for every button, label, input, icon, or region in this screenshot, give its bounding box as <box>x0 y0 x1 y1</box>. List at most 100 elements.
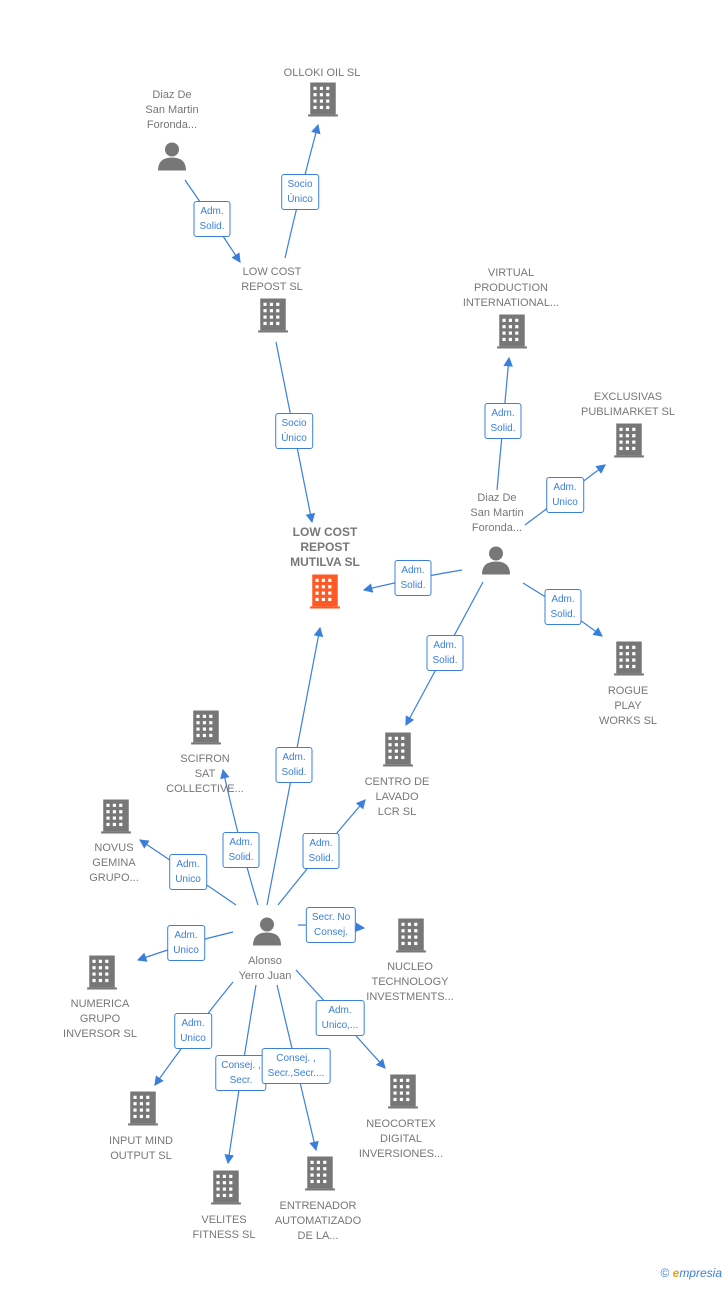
node-rogue-label[interactable]: ROGUE PLAY WORKS SL <box>599 684 657 729</box>
node-exclusivas-label[interactable]: EXCLUSIVAS PUBLIMARKET SL <box>581 390 675 420</box>
edge-label-line: Solid. <box>490 423 516 434</box>
edge-label[interactable]: Adm. Solid. <box>302 833 340 869</box>
building-icon[interactable] <box>497 314 527 354</box>
edge-label[interactable]: Adm. Unico <box>546 477 584 513</box>
building-icon[interactable] <box>101 799 131 839</box>
person-icon[interactable] <box>481 545 511 580</box>
edge-label-line: Único <box>287 194 313 205</box>
node-neocortex-label[interactable]: NEOCORTEX DIGITAL INVERSIONES... <box>359 1117 443 1162</box>
edge-label[interactable]: Consej. , Secr. <box>215 1055 267 1091</box>
building-icon[interactable] <box>258 298 288 338</box>
node-label-line: INTERNATIONAL... <box>462 297 560 309</box>
edge-label[interactable]: Adm. Solid. <box>275 747 313 783</box>
node-velites-label[interactable]: VELITES FITNESS SL <box>193 1213 256 1243</box>
node-olloki-label[interactable]: OLLOKI OIL SL <box>284 66 361 81</box>
edge-label[interactable]: Socio Único <box>281 174 319 210</box>
edge-label-line: Adm. <box>309 838 333 849</box>
building-icon[interactable] <box>310 574 340 614</box>
edge-label-line: Solid. <box>400 580 426 591</box>
building-icon[interactable] <box>614 641 644 681</box>
node-diaz1-label[interactable]: Diaz De San Martin Foronda... <box>145 88 198 133</box>
node-label-line: Foronda... <box>146 119 198 131</box>
node-label-line: San Martin <box>145 104 199 116</box>
node-centro-label[interactable]: CENTRO DE LAVADO LCR SL <box>365 775 430 820</box>
edge-label-line: Solid. <box>228 852 254 863</box>
node-label-line: EXCLUSIVAS <box>593 391 663 403</box>
node-label-line: INVERSOR SL <box>63 1028 137 1040</box>
node-label-line: San Martin <box>470 507 524 519</box>
edge-label-line: Solid. <box>281 767 307 778</box>
edge-label[interactable]: Socio Único <box>275 413 313 449</box>
node-main-label[interactable]: LOW COST REPOST MUTILVA SL <box>290 525 360 570</box>
edge-label-line: Adm. <box>200 206 224 217</box>
edge-label[interactable]: Adm. Solid. <box>426 635 464 671</box>
node-input-label[interactable]: INPUT MIND OUTPUT SL <box>109 1134 173 1164</box>
node-label-line: OUTPUT SL <box>110 1150 172 1162</box>
node-scifron-label[interactable]: SCIFRON SAT COLLECTIVE... <box>166 752 244 797</box>
node-label-line: LOW COST <box>242 266 302 278</box>
node-label-line: FITNESS SL <box>192 1229 256 1241</box>
edge-label-line: Consej. , <box>276 1053 316 1064</box>
edge-label-line: Adm. <box>176 859 200 870</box>
node-label-line: Alonso <box>248 955 282 967</box>
building-icon[interactable] <box>191 710 221 750</box>
copyright-symbol: © <box>660 1266 670 1280</box>
edge-label-line: Unico,... <box>321 1020 359 1031</box>
building-icon[interactable] <box>87 955 117 995</box>
edge-label-line: Adm. <box>433 640 457 651</box>
node-label-line: ENTRENADOR <box>279 1200 357 1212</box>
node-lowcost-label[interactable]: LOW COST REPOST SL <box>241 265 303 295</box>
building-icon[interactable] <box>211 1170 241 1210</box>
node-label-line: GEMINA <box>92 857 136 869</box>
node-label-line: LAVADO <box>375 791 419 803</box>
person-icon[interactable] <box>157 141 187 176</box>
node-label-line: PRODUCTION <box>474 282 548 294</box>
building-icon[interactable] <box>305 1156 335 1196</box>
node-label-line: PLAY <box>614 700 642 712</box>
edge-label[interactable]: Adm. Solid. <box>544 589 582 625</box>
edge-label-line: Adm. <box>282 752 306 763</box>
person-icon[interactable] <box>252 916 282 951</box>
edge-label-line: Unico <box>173 945 199 956</box>
edge-label[interactable]: Adm. Unico <box>169 854 207 890</box>
edge-label-line: Adm. <box>181 1018 205 1029</box>
node-virtual-label[interactable]: VIRTUAL PRODUCTION INTERNATIONAL... <box>463 266 559 311</box>
edge-label-line: Solid. <box>308 853 334 864</box>
building-icon[interactable] <box>128 1091 158 1131</box>
building-icon[interactable] <box>396 918 426 958</box>
edge-label[interactable]: Adm. Solid. <box>193 201 231 237</box>
node-entrenador-label[interactable]: ENTRENADOR AUTOMATIZADO DE LA... <box>275 1199 361 1244</box>
edge-label[interactable]: Adm. Unico,... <box>315 1000 365 1036</box>
building-icon[interactable] <box>388 1074 418 1114</box>
node-diaz2-label[interactable]: Diaz De San Martin Foronda... <box>470 491 523 536</box>
edge-label-line: Solid. <box>199 221 225 232</box>
node-label-line: GRUPO... <box>89 872 139 884</box>
node-alonso-label[interactable]: Alonso Yerro Juan <box>239 954 292 984</box>
footer-brand: © empresia <box>660 1266 722 1280</box>
edge-label[interactable]: Secr. No Consej. <box>305 907 357 943</box>
edge-label[interactable]: Adm. Unico <box>174 1013 212 1049</box>
node-label-line: INVESTMENTS... <box>366 991 454 1003</box>
node-nucleo-label[interactable]: NUCLEO TECHNOLOGY INVESTMENTS... <box>366 960 453 1005</box>
edge-label-line: Secr. <box>229 1075 253 1086</box>
edge-label[interactable]: Adm. Solid. <box>394 560 432 596</box>
edge-label-line: Secr.,Secr.... <box>267 1068 325 1079</box>
edge-label[interactable]: Adm. Solid. <box>222 832 260 868</box>
building-icon[interactable] <box>614 423 644 463</box>
building-icon[interactable] <box>308 82 338 122</box>
building-icon[interactable] <box>383 732 413 772</box>
node-novus-label[interactable]: NOVUS GEMINA GRUPO... <box>89 841 139 886</box>
node-label-line: OLLOKI OIL SL <box>283 67 361 79</box>
node-label-line: REPOST SL <box>241 281 303 293</box>
edge-label[interactable]: Adm. Solid. <box>484 403 522 439</box>
node-label-line: NUCLEO <box>387 961 433 973</box>
node-label-line: GRUPO <box>79 1013 121 1025</box>
edge-label[interactable]: Adm. Unico <box>167 925 205 961</box>
node-label-line: AUTOMATIZADO <box>274 1215 362 1227</box>
node-label-line: COLLECTIVE... <box>166 783 244 795</box>
node-label-line: Diaz De <box>477 492 517 504</box>
node-numerica-label[interactable]: NUMERICA GRUPO INVERSOR SL <box>63 997 137 1042</box>
edge-label-line: Adm. <box>174 930 198 941</box>
node-label-line: VIRTUAL <box>487 267 535 279</box>
edge-label[interactable]: Consej. , Secr.,Secr.... <box>261 1048 331 1084</box>
